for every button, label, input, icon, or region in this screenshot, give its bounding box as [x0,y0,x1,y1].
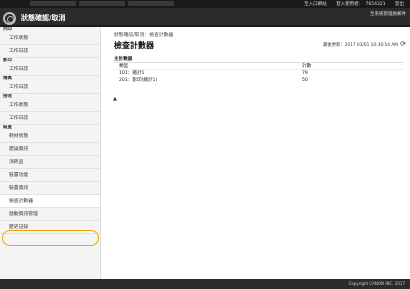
sidebar-item-receive-job-status[interactable]: 工作狀態 [0,99,100,112]
counter-table: 主計數器 類型 計數 101：總計1 79 201：影印(總計1) 50 [114,56,404,84]
sidebar-item-device-features[interactable]: 裝置功能 [0,169,100,182]
mail-admin-link[interactable]: 至系統管理員郵件 [370,11,406,17]
portal-link[interactable]: 至入口網站 [304,2,327,7]
page-title: 檢查計數器 [114,41,154,50]
main-content: 狀態確認/取消：檢查計數器 檢查計數器 最後更新：2017 03/01 10:3… [105,27,410,279]
sidebar-item-check-counter[interactable]: 檢查計數器 [0,195,100,208]
sidebar-item-receive-job-log[interactable]: 工作日誌 [0,112,100,125]
top-user-bar: 至入口網站 登入使用者： 7654321 登出 [296,1,404,7]
footer: Copyright CANON INC. 2017 [0,279,410,289]
sidebar-item-startup-info[interactable]: 啟動資訊管理 [0,208,100,221]
login-user-label: 登入使用者： [336,2,364,7]
sidebar-item-device-info[interactable]: 裝置資訊 [0,182,100,195]
app-header: 狀態確認/取消 至系統管理員郵件 [0,8,410,27]
section-title: 主計數器 [114,56,404,63]
logout-link[interactable]: 登出 [395,2,404,7]
sidebar-item-fax-job-log[interactable]: 工作日誌 [0,81,100,94]
counter-type: 201：影印(總計1) [119,78,158,83]
table-row: 201：影印(總計1) 50 [114,77,404,84]
status-monitor-logo-icon [3,12,16,25]
breadcrumb: 狀態確認/取消：檢查計數器 [114,33,174,38]
table-header-row: 類型 計數 [114,63,404,70]
col-count-header: 計數 [302,64,312,69]
app-title: 狀態確認/取消 [21,14,66,22]
sidebar-item-copy-job-log[interactable]: 工作日誌 [0,63,100,76]
table-row: 101：總計1 79 [114,70,404,77]
back-to-top-icon[interactable]: ▲ [113,96,117,102]
browser-tab[interactable] [79,1,125,6]
browser-tab[interactable] [30,1,76,6]
refresh-icon[interactable]: ⟳ [400,40,406,48]
sidebar-item-consumables-status[interactable]: 耗材狀態 [0,130,100,143]
last-updated: 最後更新：2017 03/01 10:36:54 AM [323,43,398,48]
browser-tabs [30,1,180,7]
sidebar-item-consumables[interactable]: 消耗品 [0,156,100,169]
col-type-header: 類型 [119,64,129,69]
login-user-value: 7654321 [365,2,386,7]
sidebar-item-print-job-status[interactable]: 工作狀態 [0,32,100,45]
sidebar-item-error-info[interactable]: 錯誤資訊 [0,143,100,156]
counter-type: 101：總計1 [119,71,145,76]
browser-chrome: 至入口網站 登入使用者： 7654321 登出 [0,0,410,8]
counter-value: 79 [302,71,308,76]
sidebar-item-print-job-log[interactable]: 工作日誌 [0,45,100,58]
browser-tab[interactable] [128,1,174,6]
selection-highlight [2,230,99,246]
copyright: Copyright CANON INC. 2017 [348,281,405,286]
counter-value: 50 [302,78,308,83]
